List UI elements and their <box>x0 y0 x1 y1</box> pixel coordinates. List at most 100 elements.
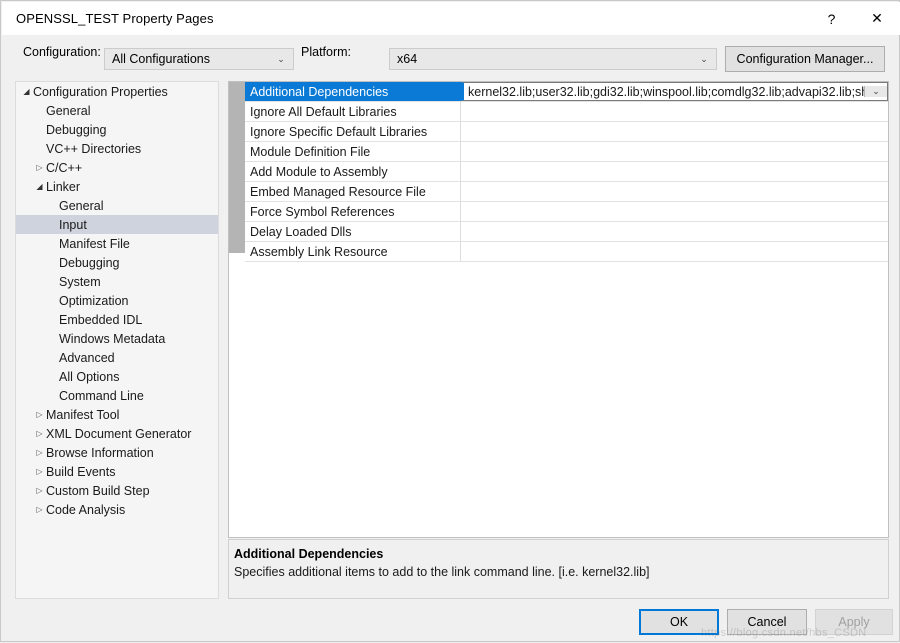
tree-item-label: Advanced <box>59 350 115 365</box>
configuration-tree[interactable]: ◢Configuration Properties▷General▷Debugg… <box>15 81 219 599</box>
configuration-select[interactable]: All Configurations ⌄ <box>104 48 294 70</box>
tree-item-label: Code Analysis <box>46 502 126 517</box>
chevron-down-icon: ⌄ <box>277 54 285 64</box>
property-row[interactable]: Add Module to Assembly <box>245 162 888 182</box>
tree-item-xml-document-generator[interactable]: ▷ XML Document Generator <box>16 424 218 443</box>
tree-item-all-options[interactable]: ▷All Options <box>16 367 218 386</box>
tree-item-manifest-file[interactable]: ▷Manifest File <box>16 234 218 253</box>
chevron-down-icon[interactable]: ⌄ <box>864 86 887 97</box>
description-body: Specifies additional items to add to the… <box>234 565 650 579</box>
expander-open-icon[interactable]: ◢ <box>33 177 46 196</box>
property-value[interactable] <box>461 222 888 241</box>
property-name: Assembly Link Resource <box>245 242 461 261</box>
property-value[interactable] <box>461 122 888 141</box>
property-value[interactable] <box>461 242 888 261</box>
property-name: Force Symbol References <box>245 202 461 221</box>
tree-item-label: Embedded IDL <box>59 312 143 327</box>
close-icon[interactable]: ✕ <box>854 2 900 35</box>
expander-closed-icon[interactable]: ▷ <box>33 443 46 462</box>
property-row[interactable]: Module Definition File <box>245 142 888 162</box>
property-name: Ignore Specific Default Libraries <box>245 122 461 141</box>
property-value[interactable] <box>461 202 888 221</box>
expander-spacer: ▷ <box>46 310 59 329</box>
property-name: Ignore All Default Libraries <box>245 102 461 121</box>
expander-spacer: ▷ <box>46 386 59 405</box>
expander-closed-icon[interactable]: ▷ <box>33 405 46 424</box>
property-name: Embed Managed Resource File <box>245 182 461 201</box>
chevron-down-icon: ⌄ <box>700 54 708 64</box>
tree-item-vc-directories[interactable]: ▷VC++ Directories <box>16 139 218 158</box>
tree-item-general[interactable]: ▷General <box>16 196 218 215</box>
property-row[interactable]: Additional Dependencies kernel32.lib;user… <box>245 82 888 102</box>
property-row[interactable]: Ignore All Default Libraries <box>245 102 888 122</box>
cancel-button[interactable]: Cancel <box>727 609 807 635</box>
tree-item-command-line[interactable]: ▷Command Line <box>16 386 218 405</box>
tree-item-optimization[interactable]: ▷Optimization <box>16 291 218 310</box>
tree-item-windows-metadata[interactable]: ▷Windows Metadata <box>16 329 218 348</box>
tree-item-label: Optimization <box>59 293 129 308</box>
expander-spacer: ▷ <box>33 120 46 139</box>
help-icon[interactable]: ? <box>809 2 854 35</box>
property-row[interactable]: Force Symbol References <box>245 202 888 222</box>
property-row[interactable]: Embed Managed Resource File <box>245 182 888 202</box>
tree-item-debugging[interactable]: ▷Debugging <box>16 253 218 272</box>
property-value[interactable] <box>461 162 888 181</box>
property-value-editor[interactable]: kernel32.lib;user32.lib;gdi32.lib;winspo… <box>461 82 888 101</box>
tree-item-system[interactable]: ▷System <box>16 272 218 291</box>
tree-item-general[interactable]: ▷General <box>16 101 218 120</box>
tree-item-label: C/C++ <box>46 160 83 175</box>
property-row[interactable]: Ignore Specific Default Libraries <box>245 122 888 142</box>
expander-closed-icon[interactable]: ▷ <box>33 481 46 500</box>
platform-select[interactable]: x64 ⌄ <box>389 48 717 70</box>
property-value[interactable] <box>461 142 888 161</box>
expander-spacer: ▷ <box>46 215 59 234</box>
tree-item-label: Linker <box>46 179 81 194</box>
property-value[interactable] <box>461 182 888 201</box>
property-value[interactable] <box>461 102 888 121</box>
tree-item-label: General <box>46 103 91 118</box>
property-pages-dialog: OPENSSL_TEST Property Pages ? ✕ Configur… <box>0 0 900 642</box>
tree-item-label: All Options <box>59 369 120 384</box>
property-name: Module Definition File <box>245 142 461 161</box>
tree-item-label: Manifest File <box>59 236 130 251</box>
ok-button[interactable]: OK <box>639 609 719 635</box>
expander-closed-icon[interactable]: ▷ <box>33 500 46 519</box>
window-controls: ? ✕ <box>809 2 900 35</box>
property-value-text: kernel32.lib;user32.lib;gdi32.lib;winspo… <box>468 84 864 99</box>
configuration-manager-button[interactable]: Configuration Manager... <box>725 46 885 72</box>
tree-item-configuration-properties[interactable]: ◢ Configuration Properties <box>16 82 218 101</box>
page-title: OPENSSL_TEST Property Pages <box>16 11 214 26</box>
expander-spacer: ▷ <box>46 196 59 215</box>
tree-item-label: VC++ Directories <box>46 141 142 156</box>
tree-item-manifest-tool[interactable]: ▷ Manifest Tool <box>16 405 218 424</box>
tree-item-label: Custom Build Step <box>46 483 150 498</box>
expander-closed-icon[interactable]: ▷ <box>33 158 46 177</box>
property-description-panel: Additional Dependencies Specifies additi… <box>228 539 889 599</box>
tree-item-input[interactable]: ▷Input <box>16 215 218 234</box>
expander-spacer: ▷ <box>46 291 59 310</box>
tree-item-browse-information[interactable]: ▷ Browse Information <box>16 443 218 462</box>
property-row[interactable]: Delay Loaded Dlls <box>245 222 888 242</box>
tree-item-label: Input <box>59 217 87 232</box>
tree-item-embedded-idl[interactable]: ▷Embedded IDL <box>16 310 218 329</box>
property-row[interactable]: Assembly Link Resource <box>245 242 888 262</box>
tree-item-linker[interactable]: ◢ Linker <box>16 177 218 196</box>
expander-closed-icon[interactable]: ▷ <box>33 462 46 481</box>
property-grid[interactable]: Additional Dependencies kernel32.lib;user… <box>228 81 889 538</box>
configuration-label: Configuration: <box>23 45 101 59</box>
expander-open-icon[interactable]: ◢ <box>20 82 33 101</box>
tree-item-custom-build-step[interactable]: ▷ Custom Build Step <box>16 481 218 500</box>
tree-item-debugging[interactable]: ▷Debugging <box>16 120 218 139</box>
expander-spacer: ▷ <box>46 348 59 367</box>
property-name: Delay Loaded Dlls <box>245 222 461 241</box>
tree-item-label: General <box>59 198 104 213</box>
expander-closed-icon[interactable]: ▷ <box>33 424 46 443</box>
tree-item-advanced[interactable]: ▷Advanced <box>16 348 218 367</box>
tree-item-label: Debugging <box>59 255 120 270</box>
tree-item-build-events[interactable]: ▷ Build Events <box>16 462 218 481</box>
configuration-value: All Configurations <box>112 52 210 66</box>
tree-item-c-c[interactable]: ▷ C/C++ <box>16 158 218 177</box>
expander-spacer: ▷ <box>46 272 59 291</box>
tree-item-code-analysis[interactable]: ▷ Code Analysis <box>16 500 218 519</box>
expander-spacer: ▷ <box>33 101 46 120</box>
